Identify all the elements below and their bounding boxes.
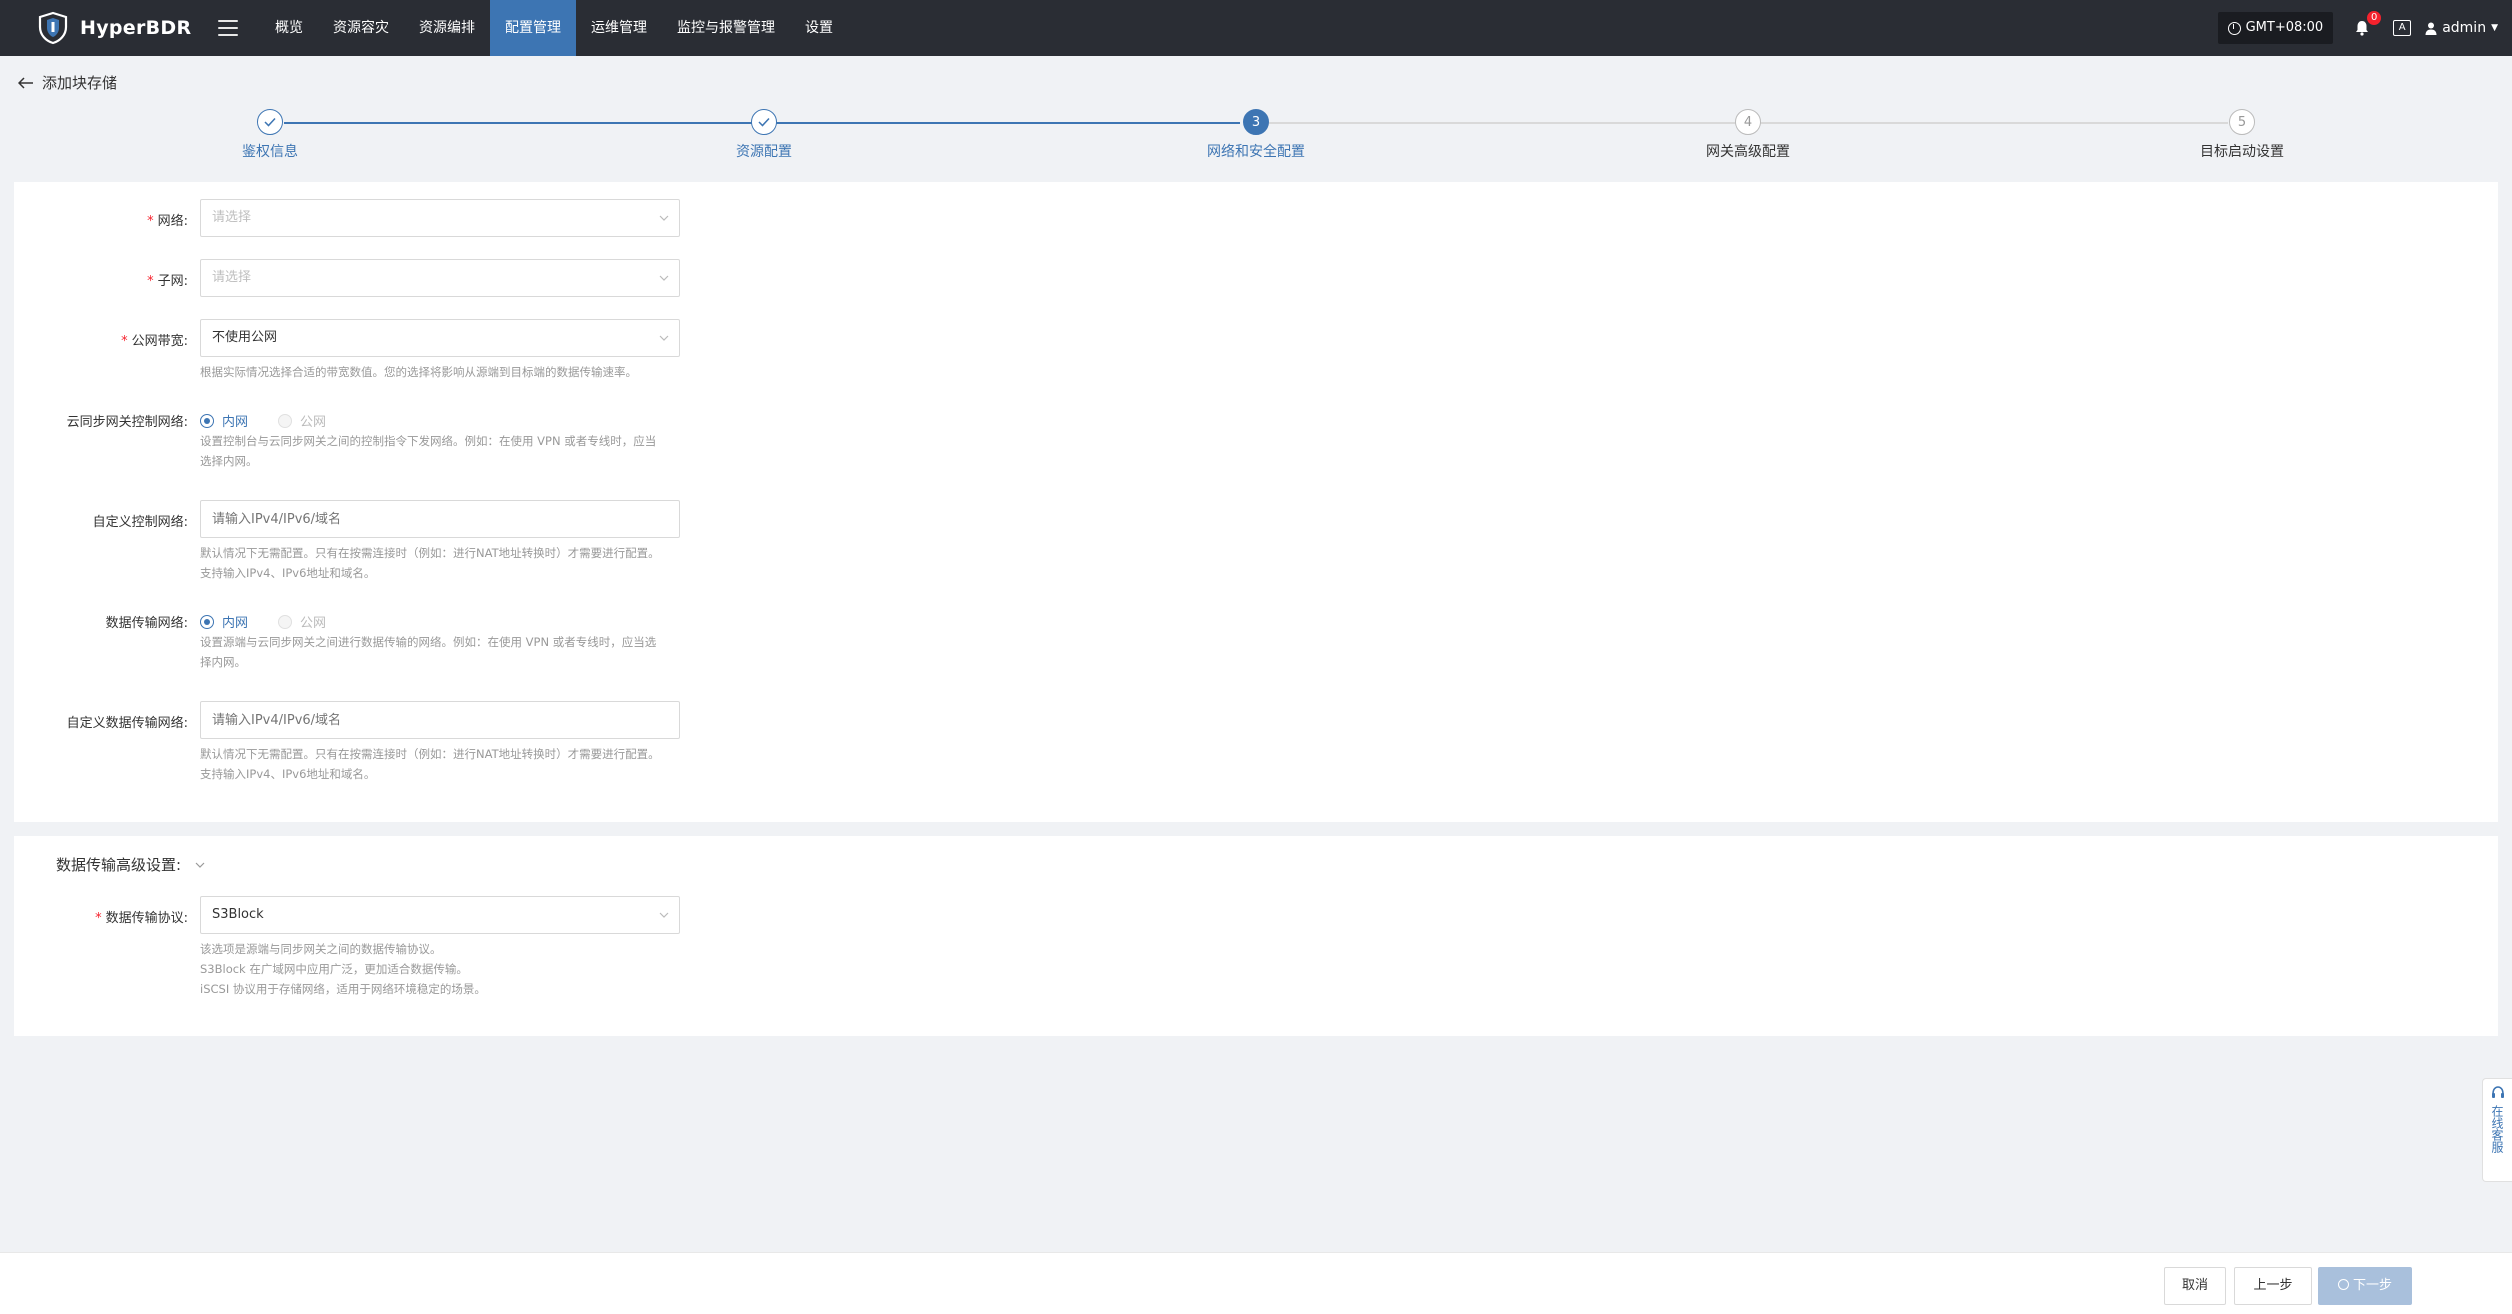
custom-control-help: 默认情况下无需配置。只有在按需连接时（例如：进行NAT地址转换时）才需要进行配置… [200, 546, 660, 580]
nav-settings[interactable]: 设置 [790, 0, 848, 56]
nav-orchestration[interactable]: 资源编排 [404, 0, 490, 56]
custom-control-input[interactable] [200, 500, 680, 538]
step-label: 资源配置 [736, 144, 792, 160]
next-step-button[interactable]: 下一步 [2318, 1267, 2412, 1305]
step-number: 3 [1243, 109, 1269, 135]
custom-data-input[interactable] [200, 701, 680, 739]
loading-icon [2337, 1279, 2349, 1290]
step-network: 3 网络和安全配置 [1156, 108, 1356, 161]
nav-overview[interactable]: 概览 [260, 0, 318, 56]
nav-operations[interactable]: 运维管理 [576, 0, 662, 56]
step-number: 4 [1735, 109, 1761, 135]
network-select[interactable]: 请选择 [200, 199, 680, 237]
step-label: 网络和安全配置 [1207, 144, 1305, 160]
bandwidth-help: 根据实际情况选择合适的带宽数值。您的选择将影响从源端到目标端的数据传输速率。 [200, 365, 637, 379]
custom-data-label: 自定义数据传输网络: [66, 716, 188, 731]
timezone-label: GMT+08:00 [2245, 20, 2324, 35]
step-label: 目标启动设置 [2200, 144, 2284, 160]
page-title: 添加块存储 [42, 74, 118, 92]
chevron-down-icon [659, 912, 669, 918]
step-label: 鉴权信息 [242, 144, 298, 160]
subnet-label: * 子网: [147, 274, 188, 289]
step-label: 网关高级配置 [1706, 144, 1790, 160]
advanced-section-title: 数据传输高级设置: [56, 856, 182, 874]
subnet-select[interactable]: 请选择 [200, 259, 680, 297]
check-icon [257, 109, 283, 135]
step-auth: 鉴权信息 [170, 108, 370, 161]
app-name: HyperBDR [80, 17, 192, 39]
menu-toggle-icon[interactable] [218, 20, 238, 36]
network-label: * 网络: [147, 214, 188, 229]
online-support-label: 在线客服 [2490, 1105, 2504, 1153]
check-icon [751, 109, 777, 135]
custom-control-label: 自定义控制网络: [92, 515, 188, 530]
control-network-label: 云同步网关控制网络: [66, 415, 188, 430]
back-arrow-icon [18, 76, 33, 89]
data-network-help: 设置源端与云同步网关之间进行数据传输的网络。例如：在使用 VPN 或者专线时，应… [200, 635, 657, 669]
step-number: 5 [2229, 109, 2255, 135]
language-icon[interactable]: A [2393, 20, 2412, 36]
control-network-private-radio[interactable]: 内网 [200, 411, 248, 430]
control-network-help: 设置控制台与云同步网关之间的控制指令下发网络。例如：在使用 VPN 或者专线时，… [200, 434, 657, 468]
data-network-private-radio[interactable]: 内网 [200, 612, 248, 631]
footer-bar: 取消 上一步 下一步 [0, 1252, 2512, 1314]
protocol-help: 该选项是源端与同步网关之间的数据传输协议。 S3Block 在广域网中应用广泛，… [200, 942, 486, 996]
chevron-down-icon [659, 275, 669, 281]
chevron-down-icon [659, 335, 669, 341]
network-form-card: * 网络: 请选择 * 子网: 请选择 * 公网带宽: 不使用公网 根据实际情况选择合… [14, 182, 2498, 822]
user-menu[interactable]: admin ▼ [2425, 20, 2498, 36]
bandwidth-select[interactable]: 不使用公网 [200, 319, 680, 357]
data-network-public-radio[interactable]: 公网 [278, 612, 326, 631]
chevron-down-icon [659, 215, 669, 221]
user-icon [2425, 22, 2437, 35]
shield-logo-icon [38, 11, 68, 45]
advanced-section-toggle[interactable]: 数据传输高级设置: [56, 854, 205, 875]
clock-icon [2227, 21, 2241, 35]
step-gateway: 4 网关高级配置 [1648, 108, 1848, 161]
notification-bell[interactable]: 0 [2353, 11, 2382, 37]
nav-disaster-recovery[interactable]: 资源容灾 [318, 0, 404, 56]
advanced-settings-card: 数据传输高级设置: * 数据传输协议: S3Block 该选项是源端与同步网关之间… [14, 836, 2498, 1036]
protocol-select[interactable]: S3Block [200, 896, 680, 934]
top-nav: HyperBDR 概览 资源容灾 资源编排 配置管理 运维管理 监控与报警管理 … [0, 0, 2512, 56]
notification-count: 0 [2367, 11, 2382, 25]
chevron-down-icon [195, 862, 205, 868]
caret-down-icon: ▼ [2491, 23, 2498, 33]
control-network-public-radio[interactable]: 公网 [278, 411, 326, 430]
timezone-button[interactable]: GMT+08:00 [2217, 12, 2334, 44]
prev-step-button[interactable]: 上一步 [2234, 1267, 2312, 1305]
protocol-label: * 数据传输协议: [95, 911, 188, 926]
cancel-button[interactable]: 取消 [2164, 1267, 2226, 1305]
logo[interactable]: HyperBDR [36, 11, 202, 45]
bandwidth-label: * 公网带宽: [121, 334, 188, 349]
data-network-label: 数据传输网络: [105, 616, 188, 631]
custom-data-help: 默认情况下无需配置。只有在按需连接时（例如：进行NAT地址转换时）才需要进行配置… [200, 747, 660, 781]
online-support-button[interactable]: 在线客服 [2482, 1078, 2512, 1182]
nav-configuration[interactable]: 配置管理 [490, 0, 576, 56]
step-resource: 资源配置 [664, 108, 864, 161]
headset-icon [2491, 1086, 2504, 1098]
stepper: 鉴权信息 资源配置 3 网络和安全配置 4 网关高级配置 5 目标启动设置 [0, 108, 2512, 166]
step-boot: 5 目标启动设置 [2142, 108, 2342, 161]
nav-monitoring[interactable]: 监控与报警管理 [662, 0, 790, 56]
username: admin [2442, 20, 2487, 36]
back-link[interactable]: 添加块存储 [18, 72, 117, 93]
